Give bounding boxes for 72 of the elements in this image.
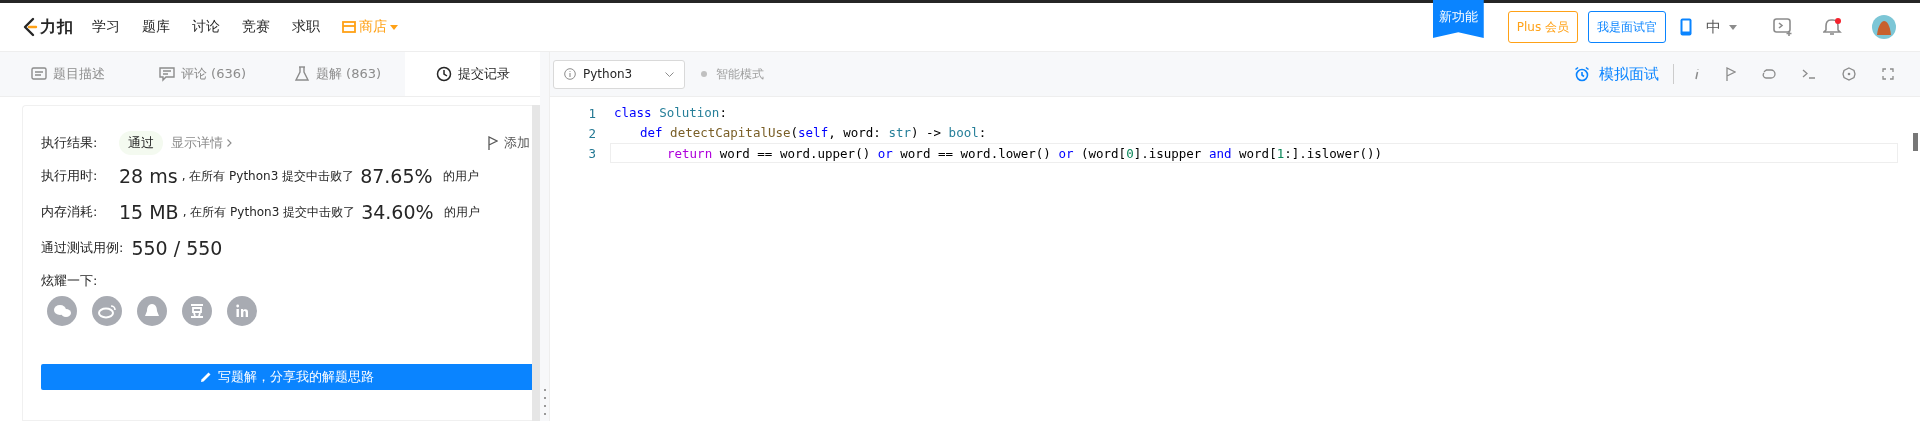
comment-icon <box>158 66 175 82</box>
settings-icon[interactable] <box>1842 67 1856 81</box>
code-line: def detectCapitalUse(self, word: str) -> bool: <box>639 124 988 142</box>
tab[interactable]: 题目描述 <box>0 52 135 96</box>
status-badge: 通过 <box>119 131 163 155</box>
penguin-icon[interactable] <box>137 296 167 326</box>
add-note-link[interactable]: 添加 <box>488 134 530 152</box>
mock-interview-link[interactable]: 模拟面试 <box>1574 64 1659 84</box>
info-icon <box>564 68 576 80</box>
write-solution-button[interactable]: 写题解，分享我的解题思路 <box>41 364 532 390</box>
line-number: 3 <box>587 145 596 161</box>
weibo-icon[interactable] <box>92 296 122 326</box>
stat-value: 28 ms <box>119 165 178 187</box>
logo-text[interactable]: 力扣 <box>40 16 74 38</box>
smart-mode-toggle[interactable]: 智能模式 <box>701 65 764 83</box>
field-label: 执行结果: <box>41 134 99 152</box>
new-feature-ribbon[interactable]: 新功能 <box>1432 0 1484 38</box>
nav-link[interactable]: 竞赛 <box>242 18 270 36</box>
field-label: 内存消耗: <box>41 203 99 221</box>
tab[interactable]: 提交记录 <box>405 52 540 96</box>
alarm-clock-icon <box>1574 66 1590 82</box>
scrollbar[interactable] <box>532 105 540 421</box>
chevron-down-icon <box>665 71 674 77</box>
nav-link[interactable]: 讨论 <box>192 18 220 36</box>
line-number: 1 <box>587 105 596 121</box>
linkedin-icon[interactable] <box>227 296 257 326</box>
terminal-icon[interactable] <box>1802 68 1816 80</box>
resize-handle[interactable] <box>540 52 550 421</box>
stat-text: , 在所有 Python3 提交中击败了 <box>182 203 356 221</box>
line-number: 2 <box>587 125 596 141</box>
pencil-icon <box>199 371 212 383</box>
stat-percent: 34.60% <box>361 201 434 223</box>
stat-text: 的用户 <box>443 203 480 221</box>
info-italic-icon[interactable] <box>1694 68 1700 80</box>
shop-link[interactable]: 商店 <box>342 18 398 36</box>
document-icon <box>30 66 47 82</box>
tab[interactable]: 评论 (636) <box>135 52 270 96</box>
nav-link[interactable]: 学习 <box>92 18 120 36</box>
language-switch[interactable]: 中 <box>1706 17 1737 37</box>
tab[interactable]: 题解 (863) <box>270 52 405 96</box>
fullscreen-icon[interactable] <box>1882 68 1894 80</box>
interviewer-button[interactable]: 我是面试官 <box>1588 11 1666 43</box>
wechat-icon[interactable] <box>47 296 77 326</box>
field-label: 炫耀一下: <box>41 272 99 290</box>
stat-value: 15 MB <box>119 201 179 223</box>
bell-icon[interactable] <box>1823 18 1842 36</box>
field-label: 执行用时: <box>41 167 99 185</box>
dot-icon <box>701 71 707 77</box>
terminal-icon[interactable] <box>1773 18 1793 36</box>
clock-icon <box>435 66 452 82</box>
stat-percent: 87.65% <box>360 165 433 187</box>
plus-button[interactable]: Plus 会员 <box>1507 11 1578 43</box>
code-line: class Solution: <box>613 104 728 122</box>
avatar[interactable] <box>1872 15 1896 39</box>
caret-icon <box>390 24 398 30</box>
shop-icon <box>342 21 356 33</box>
flask-icon <box>293 66 310 82</box>
nav-link[interactable]: 求职 <box>292 18 320 36</box>
flag-icon[interactable] <box>1726 67 1736 81</box>
stat-value: 550 / 550 <box>131 237 223 259</box>
stat-text: 的用户 <box>442 167 479 185</box>
logo-icon <box>22 17 38 37</box>
language-dropdown[interactable]: Python3 <box>553 59 685 89</box>
douban-icon[interactable] <box>182 296 212 326</box>
field-label: 通过测试用例: <box>41 239 124 257</box>
nav-link[interactable]: 题库 <box>142 18 170 36</box>
stat-text: , 在所有 Python3 提交中击败了 <box>181 167 355 185</box>
scrollbar[interactable] <box>1913 133 1918 151</box>
phone-icon[interactable] <box>1680 18 1692 36</box>
flag-icon <box>488 136 498 150</box>
chevron-icon <box>227 139 232 147</box>
details-link[interactable]: 显示详情 <box>171 134 232 152</box>
